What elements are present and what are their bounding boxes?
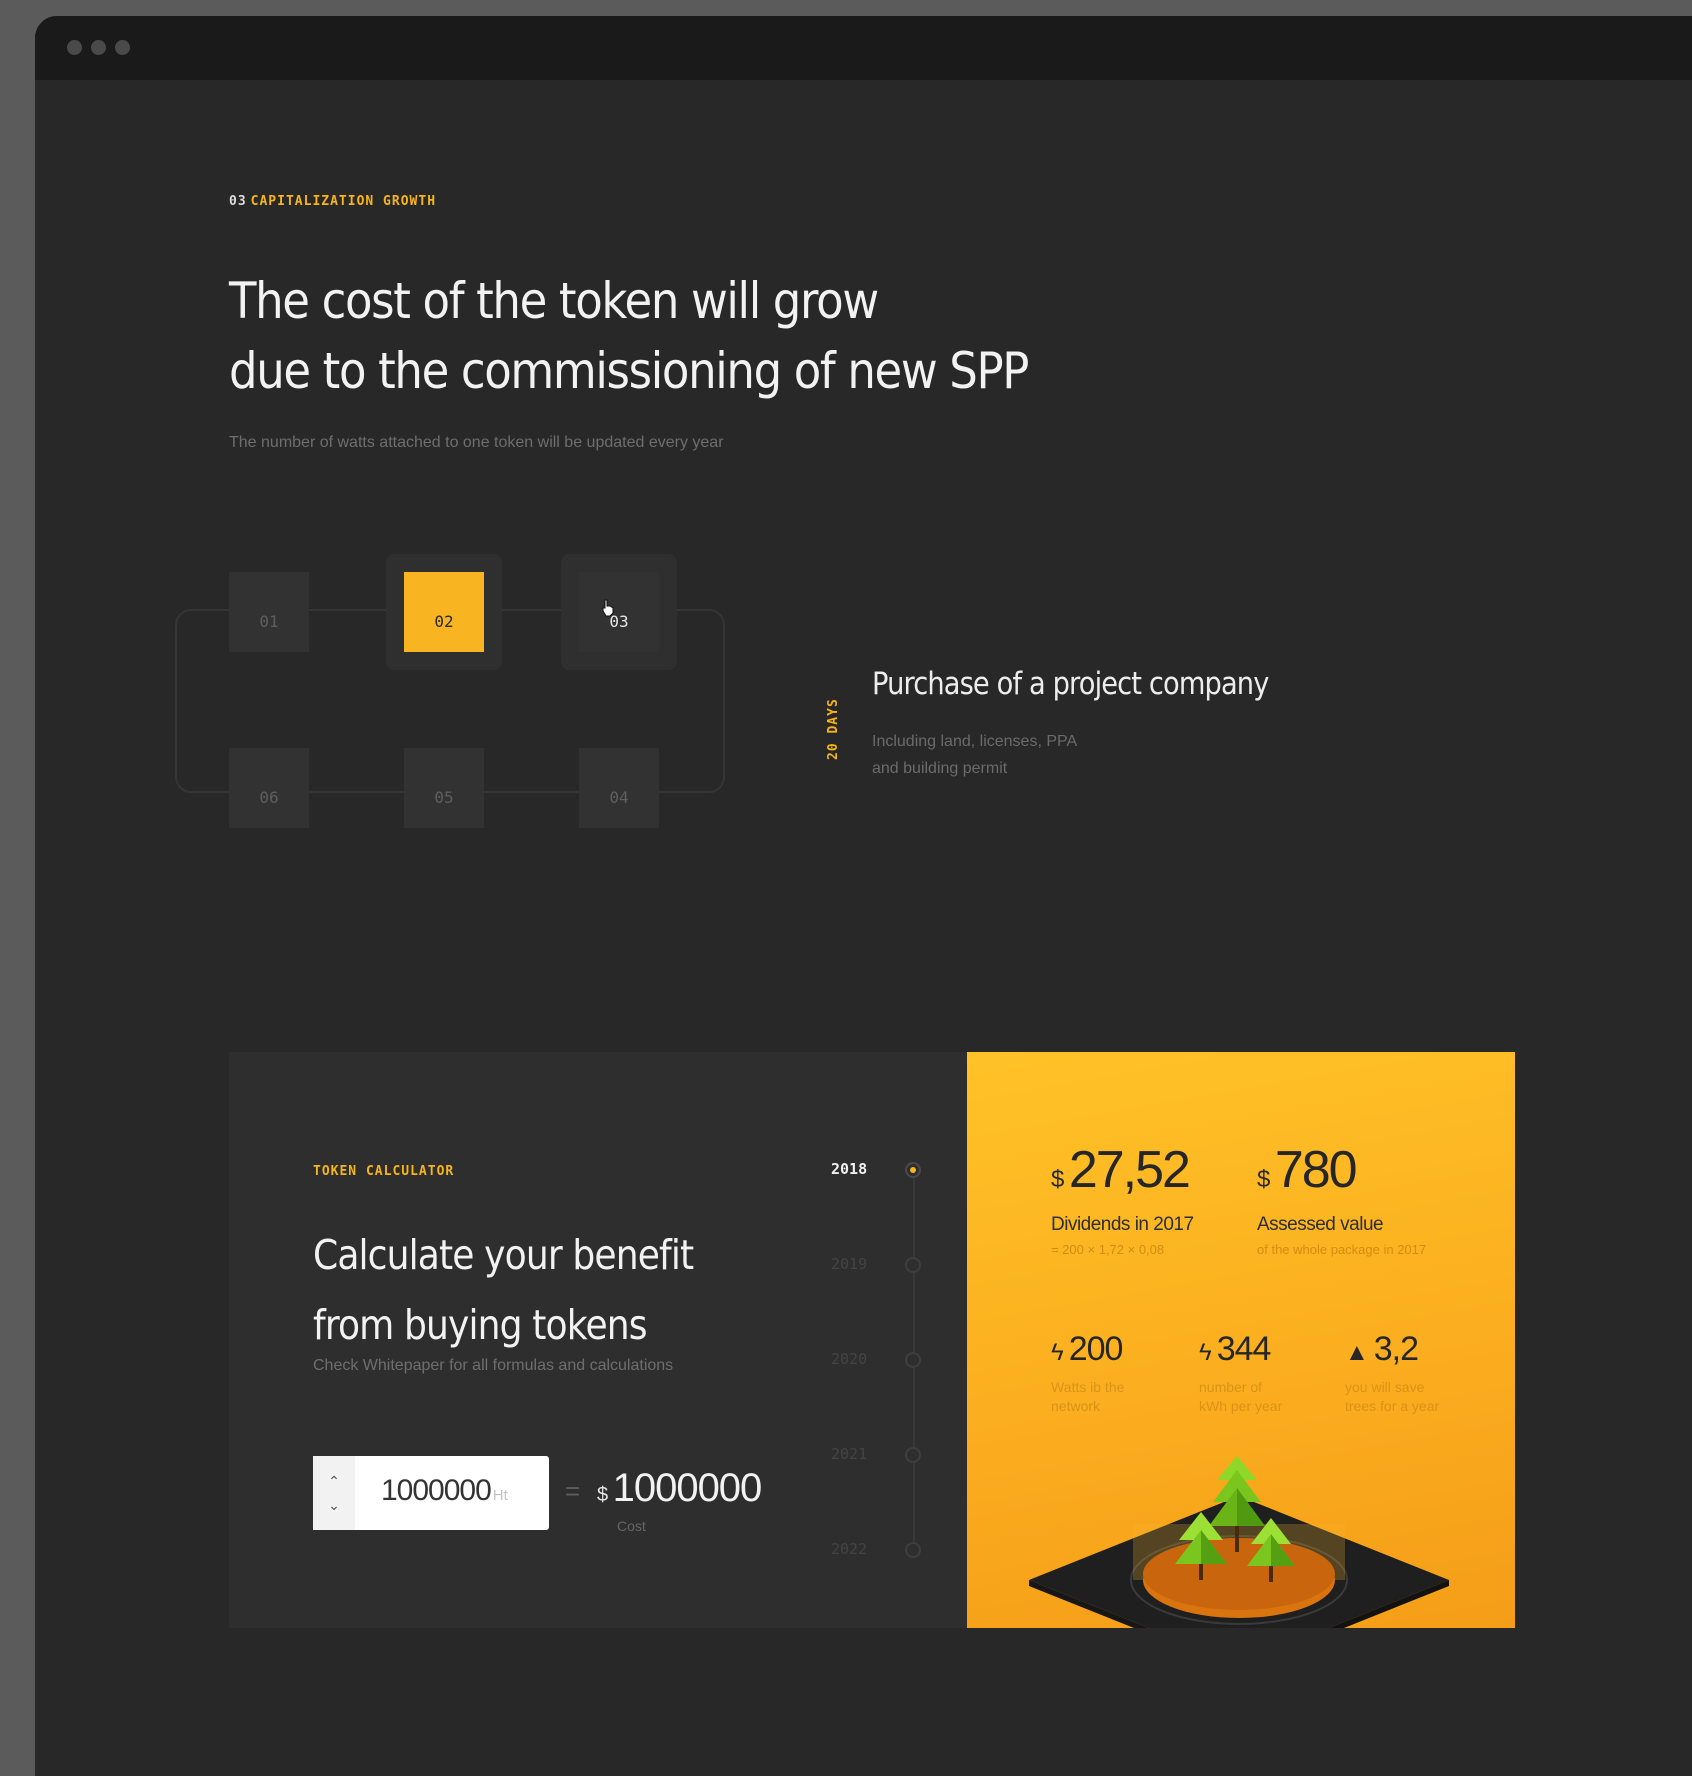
- section-title-line2: due to the commissioning of new SPP: [229, 342, 1029, 400]
- section-title-line1: The cost of the token will grow: [229, 272, 879, 330]
- calculator-title-line1: Calculate your benefit: [313, 1231, 694, 1279]
- watts-stat: ϟ 200: [1051, 1330, 1124, 1369]
- step-title: Purchase of a project company: [872, 666, 1269, 702]
- dividends-label: Dividends in 2017: [1051, 1214, 1194, 1235]
- step-03[interactable]: 03: [579, 572, 659, 652]
- browser-window: 03 CAPITALIZATION GROWTH The cost of the …: [35, 16, 1692, 1776]
- year-dot-2018[interactable]: [905, 1162, 921, 1178]
- cost-label: Cost: [617, 1518, 646, 1534]
- step-duration: 20 DAYS: [826, 698, 841, 760]
- step-05[interactable]: 05: [404, 748, 484, 828]
- kwh-value: 344: [1216, 1330, 1272, 1368]
- dividends-stat: $ 27,52: [1051, 1140, 1191, 1200]
- calculator-subtitle: Check Whitepaper for all formulas and ca…: [313, 1357, 674, 1374]
- equals-sign: =: [565, 1476, 581, 1506]
- section-eyebrow-label: CAPITALIZATION GROWTH: [250, 194, 437, 209]
- year-2022[interactable]: 2022: [831, 1540, 867, 1558]
- year-dot-2019[interactable]: [905, 1257, 921, 1273]
- assessed-stat: $ 780: [1257, 1140, 1358, 1200]
- watts-value: 200: [1068, 1330, 1124, 1368]
- chevron-down-icon[interactable]: ⌄: [328, 1497, 340, 1513]
- token-amount-value: 1000000: [381, 1474, 492, 1507]
- chevron-up-icon[interactable]: ⌃: [328, 1473, 340, 1489]
- watts-label: Watts ib the network: [1051, 1378, 1171, 1416]
- calculator-eyebrow: TOKEN CALCULATOR: [313, 1164, 455, 1179]
- cost-currency: $: [597, 1484, 609, 1506]
- trees-stat: ▲ 3,2: [1345, 1330, 1419, 1369]
- dividends-currency: $: [1051, 1166, 1065, 1193]
- year-2018[interactable]: 2018: [831, 1160, 867, 1178]
- calculator-title: Calculate your benefit from buying token…: [313, 1220, 694, 1360]
- dividends-formula: = 200 × 1,72 × 0,08: [1051, 1242, 1165, 1257]
- cost-result: $ 1000000 Cost: [597, 1466, 763, 1534]
- year-dot-2021[interactable]: [905, 1447, 921, 1463]
- watts-label-line1: Watts ib the: [1051, 1379, 1125, 1395]
- window-titlebar: [35, 16, 1692, 80]
- step-02[interactable]: 02: [404, 572, 484, 652]
- year-dot-2022[interactable]: [905, 1542, 921, 1558]
- section-number: 03: [229, 194, 247, 209]
- step-desc-line1: Including land, licenses, PPA: [872, 733, 1078, 750]
- assessed-sublabel: of the whole package in 2017: [1257, 1242, 1427, 1257]
- kwh-label-line2: kWh per year: [1199, 1398, 1283, 1414]
- stepper-arrows: ⌃ ⌄: [313, 1456, 355, 1530]
- year-2019[interactable]: 2019: [831, 1255, 867, 1273]
- hand-cursor-icon: [602, 599, 614, 617]
- token-unit: Ht: [492, 1487, 508, 1504]
- section-eyebrow: 03 CAPITALIZATION GROWTH: [229, 194, 436, 209]
- trees-label-line2: trees for a year: [1345, 1398, 1440, 1414]
- step-06[interactable]: 06: [229, 748, 309, 828]
- cost-value: 1000000: [612, 1466, 763, 1510]
- window-close-dot[interactable]: [67, 40, 82, 55]
- kwh-stat: ϟ 344: [1199, 1330, 1272, 1369]
- kwh-label-line1: number of: [1199, 1379, 1263, 1395]
- trees-label: you will save trees for a year: [1345, 1378, 1465, 1416]
- section-subtitle: The number of watts attached to one toke…: [229, 434, 724, 451]
- dividends-value: 27,52: [1068, 1141, 1191, 1199]
- token-amount-field[interactable]: 1000000 Ht: [381, 1474, 508, 1508]
- isometric-trees-illustration: [1029, 1456, 1449, 1628]
- assessed-currency: $: [1257, 1166, 1271, 1193]
- assessed-label: Assessed value: [1257, 1214, 1384, 1235]
- token-amount-stepper[interactable]: ⌃ ⌄ 1000000 Ht: [313, 1456, 549, 1530]
- results-panel: $ 27,52 Dividends in 2017 = 200 × 1,72 ×…: [967, 1052, 1515, 1628]
- calculator-title-line2: from buying tokens: [313, 1301, 648, 1349]
- kwh-label: number of kWh per year: [1199, 1378, 1319, 1416]
- section-title: The cost of the token will grow due to t…: [229, 266, 1029, 406]
- year-2021[interactable]: 2021: [831, 1445, 867, 1463]
- tree-icon: ▲: [1345, 1339, 1369, 1366]
- trees-value: 3,2: [1373, 1330, 1419, 1368]
- watts-label-line2: network: [1051, 1398, 1101, 1414]
- token-calculator-panel: TOKEN CALCULATOR Calculate your benefit …: [229, 1052, 967, 1628]
- step-description: Including land, licenses, PPA and buildi…: [872, 728, 1132, 782]
- step-04[interactable]: 04: [579, 748, 659, 828]
- assessed-value: 780: [1274, 1141, 1358, 1199]
- lightning-icon: ϟ: [1051, 1339, 1064, 1366]
- window-minimize-dot[interactable]: [91, 40, 106, 55]
- year-2020[interactable]: 2020: [831, 1350, 867, 1368]
- step-01[interactable]: 01: [229, 572, 309, 652]
- window-maximize-dot[interactable]: [115, 40, 130, 55]
- trees-label-line1: you will save: [1345, 1379, 1425, 1395]
- step-desc-line2: and building permit: [872, 760, 1008, 777]
- lightning-icon: ϟ: [1199, 1339, 1212, 1366]
- year-dot-2020[interactable]: [905, 1352, 921, 1368]
